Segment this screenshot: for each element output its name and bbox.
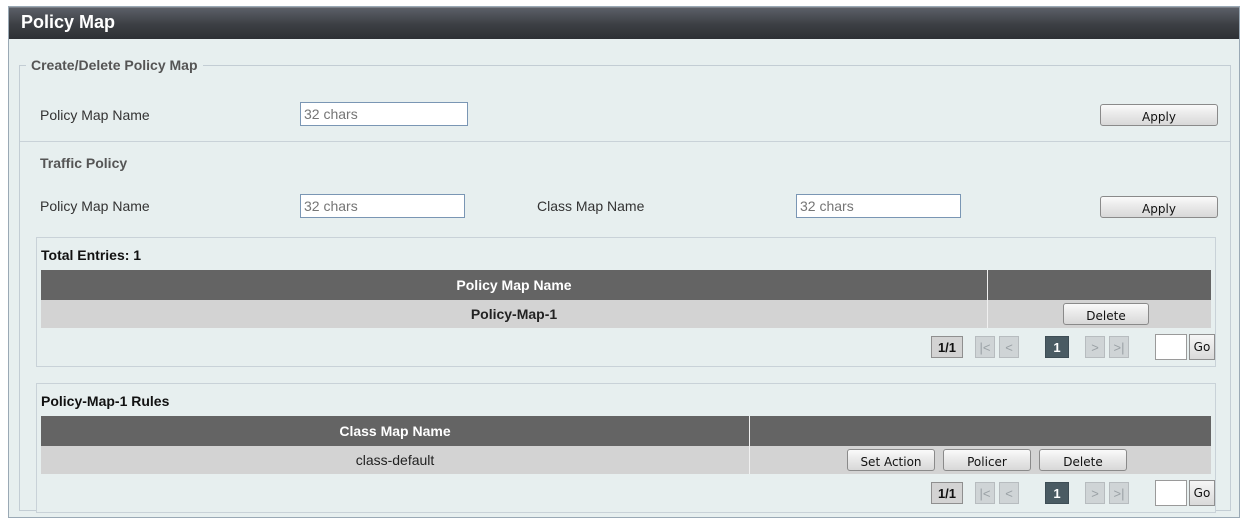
- table-row: class-default Set Action Policer Delete: [41, 446, 1211, 474]
- entries-table-header: Policy Map Name: [41, 270, 1211, 300]
- go-button[interactable]: Go: [1189, 480, 1215, 506]
- first-page-button[interactable]: |<: [975, 482, 995, 504]
- current-page[interactable]: 1: [1045, 336, 1069, 358]
- policy-map-panel: Policy Map Create/Delete Policy Map Poli…: [8, 6, 1240, 518]
- prev-page-button[interactable]: <: [999, 336, 1019, 358]
- page-total: 1/1: [931, 336, 963, 358]
- column-header-rule-actions: [750, 416, 1213, 446]
- prev-page-button[interactable]: <: [999, 482, 1019, 504]
- cell-separator: [749, 446, 750, 474]
- entries-pager: 1/1 |< < 1 > >| Go: [41, 330, 1215, 362]
- go-button[interactable]: Go: [1189, 334, 1215, 360]
- traffic-policy-heading: Traffic Policy: [40, 155, 128, 171]
- policy-map-rules-panel: Policy-Map-1 Rules Class Map Name class-…: [36, 383, 1216, 513]
- policy-map-name-cell: Policy-Map-1: [470, 306, 558, 322]
- delete-policy-map-button[interactable]: Delete: [1063, 303, 1149, 325]
- traffic-policy-map-name-input[interactable]: [300, 194, 465, 218]
- page-number-input[interactable]: [1155, 334, 1187, 360]
- table-row: Policy-Map-1 Delete: [41, 300, 1211, 328]
- column-header-actions: [988, 270, 1213, 300]
- traffic-policy-map-name-label: Policy Map Name: [40, 198, 150, 214]
- set-action-button[interactable]: Set Action: [847, 449, 935, 471]
- create-delete-policy-map-section: Create/Delete Policy Map Policy Map Name…: [19, 57, 1231, 513]
- class-map-name-cell: class-default: [355, 452, 435, 468]
- traffic-policy-apply-button[interactable]: Apply: [1100, 196, 1218, 218]
- page-total: 1/1: [931, 482, 963, 504]
- rules-pager: 1/1 |< < 1 > >| Go: [41, 476, 1215, 508]
- next-page-button[interactable]: >: [1085, 336, 1105, 358]
- section-divider: [20, 141, 1230, 142]
- rules-title: Policy-Map-1 Rules: [41, 393, 170, 409]
- class-map-name-input[interactable]: [796, 194, 961, 218]
- next-page-button[interactable]: >: [1085, 482, 1105, 504]
- policy-map-name-input[interactable]: [300, 102, 468, 126]
- rules-table-header: Class Map Name: [41, 416, 1211, 446]
- create-apply-button[interactable]: Apply: [1100, 104, 1218, 126]
- cell-separator: [987, 300, 988, 328]
- delete-rule-button[interactable]: Delete: [1039, 449, 1127, 471]
- last-page-button[interactable]: >|: [1109, 482, 1129, 504]
- first-page-button[interactable]: |<: [975, 336, 995, 358]
- column-header-policy-map-name: Policy Map Name: [456, 277, 572, 293]
- policy-map-name-label: Policy Map Name: [40, 107, 150, 123]
- page-number-input[interactable]: [1155, 480, 1187, 506]
- policy-map-entries-panel: Total Entries: 1 Policy Map Name Policy-…: [36, 237, 1216, 367]
- page-title: Policy Map: [9, 7, 1239, 39]
- policer-button[interactable]: Policer: [943, 449, 1031, 471]
- section-legend: Create/Delete Policy Map: [31, 57, 198, 73]
- last-page-button[interactable]: >|: [1109, 336, 1129, 358]
- column-header-class-map-name: Class Map Name: [339, 423, 451, 439]
- class-map-name-label: Class Map Name: [537, 198, 645, 214]
- total-entries-label: Total Entries: 1: [41, 247, 142, 263]
- current-page[interactable]: 1: [1045, 482, 1069, 504]
